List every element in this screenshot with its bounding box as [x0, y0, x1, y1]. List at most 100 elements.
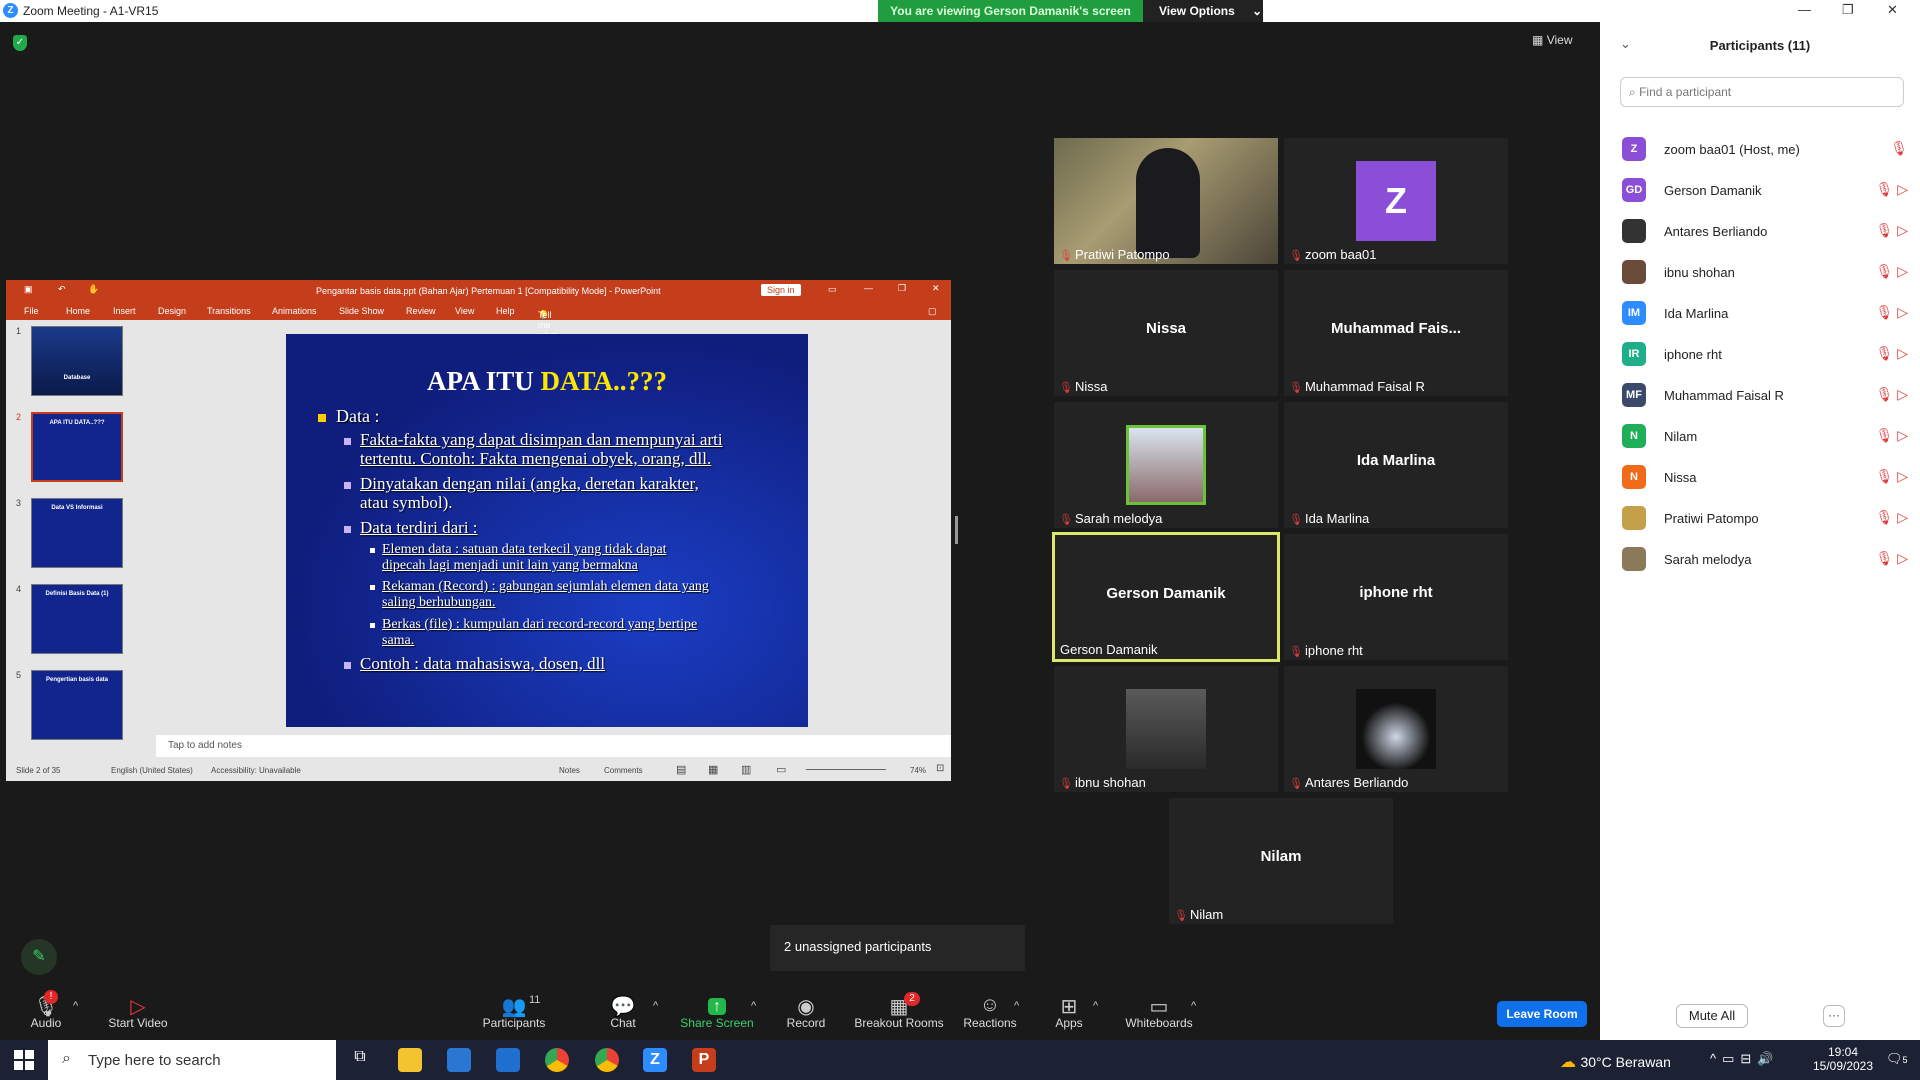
language-status[interactable]: English (United States)	[111, 766, 193, 775]
participants-button[interactable]: 👥 Participants	[469, 994, 559, 1030]
sign-in-button[interactable]: Sign in	[761, 284, 801, 296]
fit-slide-icon[interactable]: ⊡	[936, 763, 944, 774]
menu-insert[interactable]: Insert	[113, 306, 136, 316]
zoom-slider[interactable]	[806, 769, 886, 770]
reactions-chevron-icon[interactable]: ^	[1014, 1000, 1019, 1012]
notes-toggle[interactable]: Notes	[559, 766, 580, 775]
video-tile[interactable]: Muhammad Fais... 🎙 Muhammad Faisal R	[1284, 270, 1508, 396]
video-tile[interactable]: Nilam 🎙 Nilam	[1169, 798, 1393, 924]
comments-toggle[interactable]: Comments	[604, 766, 643, 775]
mute-all-button[interactable]: Mute All	[1676, 1004, 1748, 1028]
start-video-button[interactable]: ▷ Start Video	[93, 994, 183, 1030]
slide-thumbnail-1[interactable]: Database	[31, 326, 123, 396]
chat-options-chevron-icon[interactable]: ^	[653, 1000, 658, 1012]
slide-thumbnail-5[interactable]: Pengertian basis data	[31, 670, 123, 740]
close-icon[interactable]: ✕	[1887, 2, 1898, 18]
share-options-chevron-icon[interactable]: ^	[751, 1000, 756, 1012]
view-button[interactable]: ▦ View	[1532, 33, 1572, 47]
windows-start-icon[interactable]	[14, 1050, 34, 1070]
participant-row[interactable]: IR iphone rht 🎙 ▷	[1622, 333, 1912, 373]
more-options-button[interactable]: ···	[1823, 1005, 1845, 1027]
video-tile[interactable]: 🎙 Antares Berliando	[1284, 666, 1508, 792]
system-tray-icons[interactable]: ^▭⊟🔊	[1710, 1051, 1779, 1067]
reading-view-icon[interactable]: ▥	[741, 763, 751, 776]
slide-thumbnail-4[interactable]: Definisi Basis Data (1)	[31, 584, 123, 654]
video-tile[interactable]: 🎙 ibnu shohan	[1054, 666, 1278, 792]
zoom-level[interactable]: 74%	[910, 766, 926, 775]
participant-search-input[interactable]: ⌕ Find a participant	[1620, 77, 1904, 107]
sorter-view-icon[interactable]: ▦	[708, 763, 718, 776]
participant-row[interactable]: N Nilam 🎙 ▷	[1622, 415, 1912, 455]
shared-screen-powerpoint[interactable]: ▣ ↶ ✋ Pengantar basis data.ppt (Bahan Aj…	[6, 280, 951, 781]
participant-row[interactable]: IM Ida Marlina 🎙 ▷	[1622, 292, 1912, 332]
normal-view-icon[interactable]: ▤	[676, 763, 686, 776]
file-explorer-icon[interactable]	[398, 1048, 422, 1072]
accessibility-status[interactable]: Accessibility: Unavailable	[211, 766, 301, 775]
video-tile[interactable]: 🎙 Sarah melodya	[1054, 402, 1278, 528]
weather-widget[interactable]: ☁ 30°C Berawan	[1560, 1052, 1671, 1072]
restore-icon[interactable]: ❐	[1842, 2, 1854, 18]
annotate-pencil-icon[interactable]: ✎	[21, 939, 57, 975]
participant-row[interactable]: MF Muhammad Faisal R 🎙 ▷	[1622, 374, 1912, 414]
view-options-button[interactable]: View Options ⌄	[1143, 0, 1263, 22]
ppt-minimize-icon[interactable]: —	[864, 283, 873, 293]
notification-center-icon[interactable]: 🗨5	[1886, 1051, 1908, 1067]
participant-row[interactable]: Zzoom baa01 (Host, me) 🎙	[1622, 128, 1912, 168]
menu-animations[interactable]: Animations	[272, 306, 317, 316]
share-screen-button[interactable]: ↑ Share Screen	[672, 994, 762, 1030]
video-tile[interactable]: 🎙 Pratiwi Patompo	[1054, 138, 1278, 264]
menu-transitions[interactable]: Transitions	[207, 306, 251, 316]
store-icon[interactable]	[447, 1048, 471, 1072]
encryption-shield-icon[interactable]: ✓	[13, 35, 27, 51]
notes-pane[interactable]: Tap to add notes	[156, 735, 951, 757]
splitter-handle[interactable]	[955, 516, 958, 544]
menu-design[interactable]: Design	[158, 306, 186, 316]
participant-row[interactable]: Sarah melodya 🎙 ▷	[1622, 538, 1912, 578]
participant-row[interactable]: N Nissa 🎙 ▷	[1622, 456, 1912, 496]
menu-help[interactable]: Help	[496, 306, 515, 316]
chrome-profile-icon[interactable]	[595, 1048, 619, 1072]
ribbon-display-icon[interactable]: ▭	[828, 284, 837, 295]
task-view-icon[interactable]: ⧉	[348, 1048, 372, 1072]
ppt-restore-icon[interactable]: ❐	[898, 283, 906, 294]
menu-file[interactable]: File	[24, 306, 39, 316]
mail-icon[interactable]	[496, 1048, 520, 1072]
powerpoint-taskbar-icon[interactable]: P	[692, 1048, 716, 1072]
video-tile[interactable]: iphone rht 🎙 iphone rht	[1284, 534, 1508, 660]
save-icon[interactable]: ▣	[24, 284, 33, 295]
slide-thumbnail-3[interactable]: Data VS Informasi	[31, 498, 123, 568]
apps-chevron-icon[interactable]: ^	[1093, 1000, 1098, 1012]
participant-row[interactable]: Antares Berliando 🎙 ▷	[1622, 210, 1912, 250]
breakout-rooms-button[interactable]: ▦ Breakout Rooms	[854, 994, 944, 1030]
video-tile[interactable]: Nissa 🎙 Nissa	[1054, 270, 1278, 396]
menu-home[interactable]: Home	[66, 306, 90, 316]
clock[interactable]: 19:04 15/09/2023	[1808, 1045, 1878, 1073]
apps-button[interactable]: ⊞ Apps	[1024, 994, 1114, 1030]
leave-room-button[interactable]: Leave Room	[1497, 1001, 1587, 1027]
menu-view[interactable]: View	[455, 306, 474, 316]
chrome-icon[interactable]	[545, 1048, 569, 1072]
minimize-icon[interactable]: —	[1798, 2, 1811, 17]
video-tile[interactable]: Z 🎙 zoom baa01	[1284, 138, 1508, 264]
reactions-button[interactable]: ☺ Reactions	[945, 994, 1035, 1030]
whiteboards-chevron-icon[interactable]: ^	[1191, 1000, 1196, 1012]
video-tile[interactable]: Ida Marlina 🎙 Ida Marlina	[1284, 402, 1508, 528]
audio-warning-badge: !	[44, 990, 58, 1004]
comments-icon[interactable]: ▢	[928, 306, 937, 317]
slide-thumbnail-2[interactable]: APA ITU DATA..???	[31, 412, 123, 482]
video-tile-active-speaker[interactable]: Gerson Damanik Gerson Damanik	[1052, 532, 1280, 662]
participant-row[interactable]: GD Gerson Damanik 🎙 ▷	[1622, 169, 1912, 209]
zoom-taskbar-icon[interactable]: Z	[643, 1048, 667, 1072]
ppt-close-icon[interactable]: ✕	[932, 283, 940, 294]
menu-slide-show[interactable]: Slide Show	[339, 306, 384, 316]
participant-row[interactable]: Pratiwi Patompo 🎙 ▷	[1622, 497, 1912, 537]
slideshow-view-icon[interactable]: ▭	[776, 763, 786, 776]
touch-mode-icon[interactable]: ✋	[88, 284, 99, 295]
taskbar-search-input[interactable]: ⌕ Type here to search	[48, 1040, 336, 1080]
undo-icon[interactable]: ↶	[58, 284, 66, 295]
current-slide[interactable]: APA ITU DATA..??? Data : Fakta-fakta yan…	[286, 334, 808, 727]
audio-options-chevron-icon[interactable]: ^	[73, 1000, 78, 1012]
record-button[interactable]: ◉ Record	[761, 994, 851, 1030]
participant-row[interactable]: ibnu shohan 🎙 ▷	[1622, 251, 1912, 291]
menu-review[interactable]: Review	[406, 306, 436, 316]
